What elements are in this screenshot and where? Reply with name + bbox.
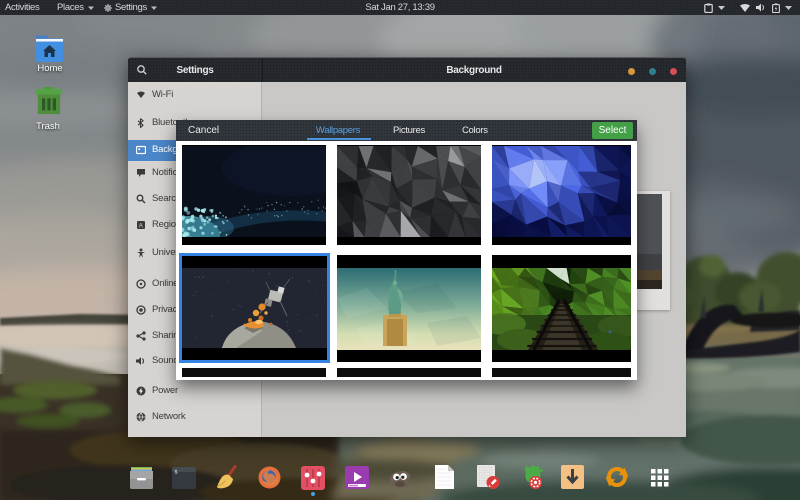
svg-text:A: A — [139, 224, 143, 230]
svg-text:$: $ — [175, 470, 178, 476]
